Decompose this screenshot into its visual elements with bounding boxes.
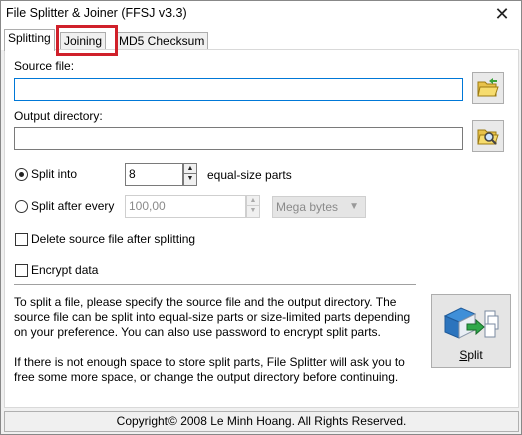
browse-output-directory-button[interactable] — [472, 120, 504, 152]
spinner-up-icon[interactable]: ▲ — [184, 164, 196, 174]
radio-selected-dot — [19, 172, 24, 177]
section-divider — [14, 284, 416, 285]
size-unit-select[interactable]: Mega bytes ▼ — [272, 196, 366, 218]
open-source-file-button[interactable] — [472, 72, 504, 104]
splitting-panel: Source file: Output directory: Split int… — [4, 49, 519, 408]
size-unit-value: Mega bytes — [276, 200, 339, 214]
split-after-every-label: Split after every — [31, 199, 115, 213]
spinner-down-icon[interactable]: ▼ — [184, 174, 196, 184]
encrypt-data-checkbox[interactable] — [15, 264, 28, 277]
title-bar: File Splitter & Joiner (FFSJ v3.3) ✕ — [1, 1, 521, 29]
app-window: File Splitter & Joiner (FFSJ v3.3) ✕ Spl… — [0, 0, 522, 435]
help-text-split: To split a file, please specify the sour… — [14, 295, 411, 339]
equal-size-parts-label: equal-size parts — [207, 168, 292, 182]
spinner-up-icon[interactable]: ▲ — [247, 196, 259, 206]
output-directory-input[interactable] — [14, 127, 463, 150]
folder-search-icon — [477, 129, 499, 145]
tab-md5-checksum[interactable]: MD5 Checksum — [115, 32, 209, 50]
chevron-down-icon: ▼ — [349, 201, 359, 212]
split-book-icon — [443, 307, 499, 339]
split-button[interactable]: Split — [431, 294, 511, 368]
split-button-label: Split — [459, 348, 483, 362]
close-icon: ✕ — [494, 4, 510, 24]
split-size-spinner[interactable]: ▲ ▼ — [246, 195, 260, 218]
delete-source-label: Delete source file after splitting — [31, 232, 196, 246]
window-title: File Splitter & Joiner (FFSJ v3.3) — [6, 6, 187, 20]
split-into-spinner[interactable]: ▲ ▼ — [183, 163, 197, 186]
output-directory-label: Output directory: — [14, 109, 103, 123]
split-into-radio[interactable] — [15, 168, 28, 181]
split-after-every-radio[interactable] — [15, 200, 28, 213]
close-button[interactable]: ✕ — [489, 3, 515, 25]
split-into-count-input[interactable]: 8 — [125, 163, 183, 186]
encrypt-data-label: Encrypt data — [31, 263, 99, 277]
copyright-footer: Copyright© 2008 Le Minh Hoang. All Right… — [4, 411, 519, 432]
tab-splitting[interactable]: Splitting — [4, 29, 55, 51]
split-into-label: Split into — [31, 167, 78, 181]
help-text-space: If there is not enough space to store sp… — [14, 355, 405, 384]
source-file-label: Source file: — [14, 59, 75, 73]
tab-strip: Splitting Joining MD5 Checksum — [1, 29, 521, 51]
spinner-down-icon[interactable]: ▼ — [247, 206, 259, 216]
delete-source-checkbox[interactable] — [15, 233, 28, 246]
source-file-input[interactable] — [14, 78, 463, 101]
tab-joining[interactable]: Joining — [60, 32, 107, 50]
split-size-input[interactable]: 100,00 — [125, 195, 246, 218]
folder-open-icon — [477, 78, 499, 97]
